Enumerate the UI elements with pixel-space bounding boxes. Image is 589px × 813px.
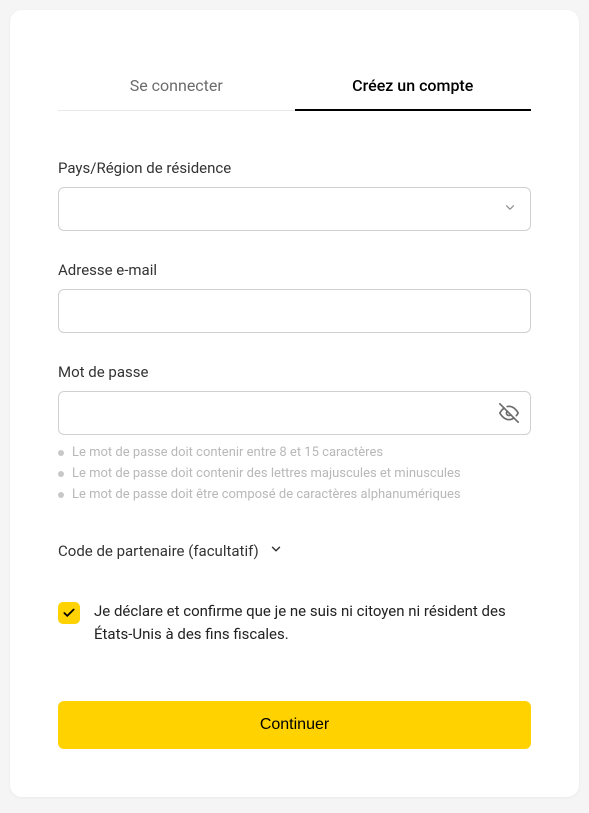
email-field[interactable] [58,289,531,333]
hint-dot-icon [58,492,64,498]
declaration-text: Je déclare et confirme que je ne suis ni… [94,600,531,645]
country-select-wrapper [58,187,531,231]
hint-text: Le mot de passe doit contenir entre 8 et… [72,445,383,460]
password-hints: Le mot de passe doit contenir entre 8 et… [58,445,531,502]
signup-card: Se connecter Créez un compte Pays/Région… [10,10,579,797]
hint-dot-icon [58,450,64,456]
partner-code-label: Code de partenaire (facultatif) [58,542,259,560]
email-field-group: Adresse e-mail [58,261,531,333]
password-field-group: Mot de passe Le mot de passe doit conten… [58,363,531,502]
hint-dot-icon [58,471,64,477]
password-hint: Le mot de passe doit contenir des lettre… [58,466,531,481]
hint-text: Le mot de passe doit être composé de car… [72,487,461,502]
tab-login[interactable]: Se connecter [58,62,295,111]
password-wrapper [58,391,531,435]
declaration-row: Je déclare et confirme que je ne suis ni… [58,600,531,645]
country-field-group: Pays/Région de résidence [58,159,531,231]
declaration-checkbox[interactable] [58,602,80,624]
password-hint: Le mot de passe doit contenir entre 8 et… [58,445,531,460]
password-hint: Le mot de passe doit être composé de car… [58,487,531,502]
auth-tabs: Se connecter Créez un compte [58,62,531,111]
eye-off-icon[interactable] [499,403,519,423]
continue-button[interactable]: Continuer [58,701,531,749]
country-label: Pays/Région de résidence [58,159,531,177]
country-select[interactable] [58,187,531,231]
check-icon [62,606,76,620]
partner-code-toggle[interactable]: Code de partenaire (facultatif) [58,542,531,560]
password-label: Mot de passe [58,363,531,381]
tab-signup[interactable]: Créez un compte [295,62,532,111]
password-field[interactable] [58,391,531,435]
chevron-down-icon [269,542,283,560]
email-label: Adresse e-mail [58,261,531,279]
hint-text: Le mot de passe doit contenir des lettre… [72,466,461,481]
